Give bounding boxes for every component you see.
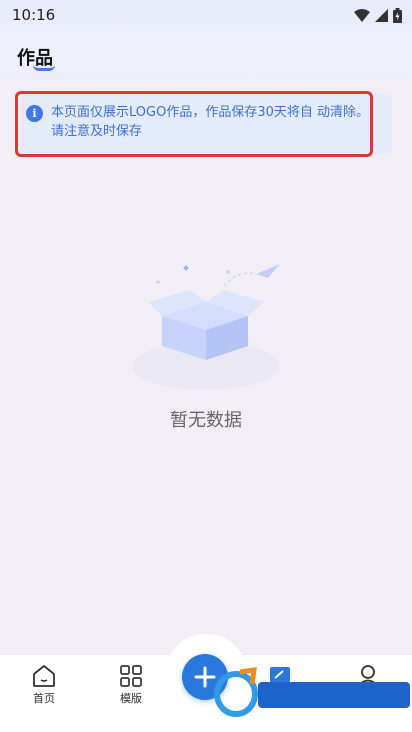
tab-home-label: 首页 — [33, 692, 55, 705]
title-underline — [33, 65, 55, 71]
empty-box-illustration — [132, 264, 280, 390]
page-title-wrap: 作品 — [17, 44, 55, 71]
grid-icon — [120, 665, 142, 687]
tab-home[interactable]: 首页 — [14, 664, 74, 712]
battery-icon — [393, 7, 402, 23]
status-time: 10:16 — [12, 6, 56, 24]
site-watermark-logo — [214, 667, 410, 717]
home-icon — [33, 665, 55, 687]
tab-templates-label: 模版 — [120, 692, 142, 705]
tab-templates[interactable]: 模版 — [101, 664, 161, 712]
status-icons — [354, 7, 402, 23]
empty-state-text: 暂无数据 — [170, 410, 242, 431]
signal-icon — [375, 8, 388, 22]
notice-highlight-box — [15, 91, 373, 157]
status-bar: 10:16 — [0, 0, 412, 30]
wifi-icon — [354, 8, 370, 22]
